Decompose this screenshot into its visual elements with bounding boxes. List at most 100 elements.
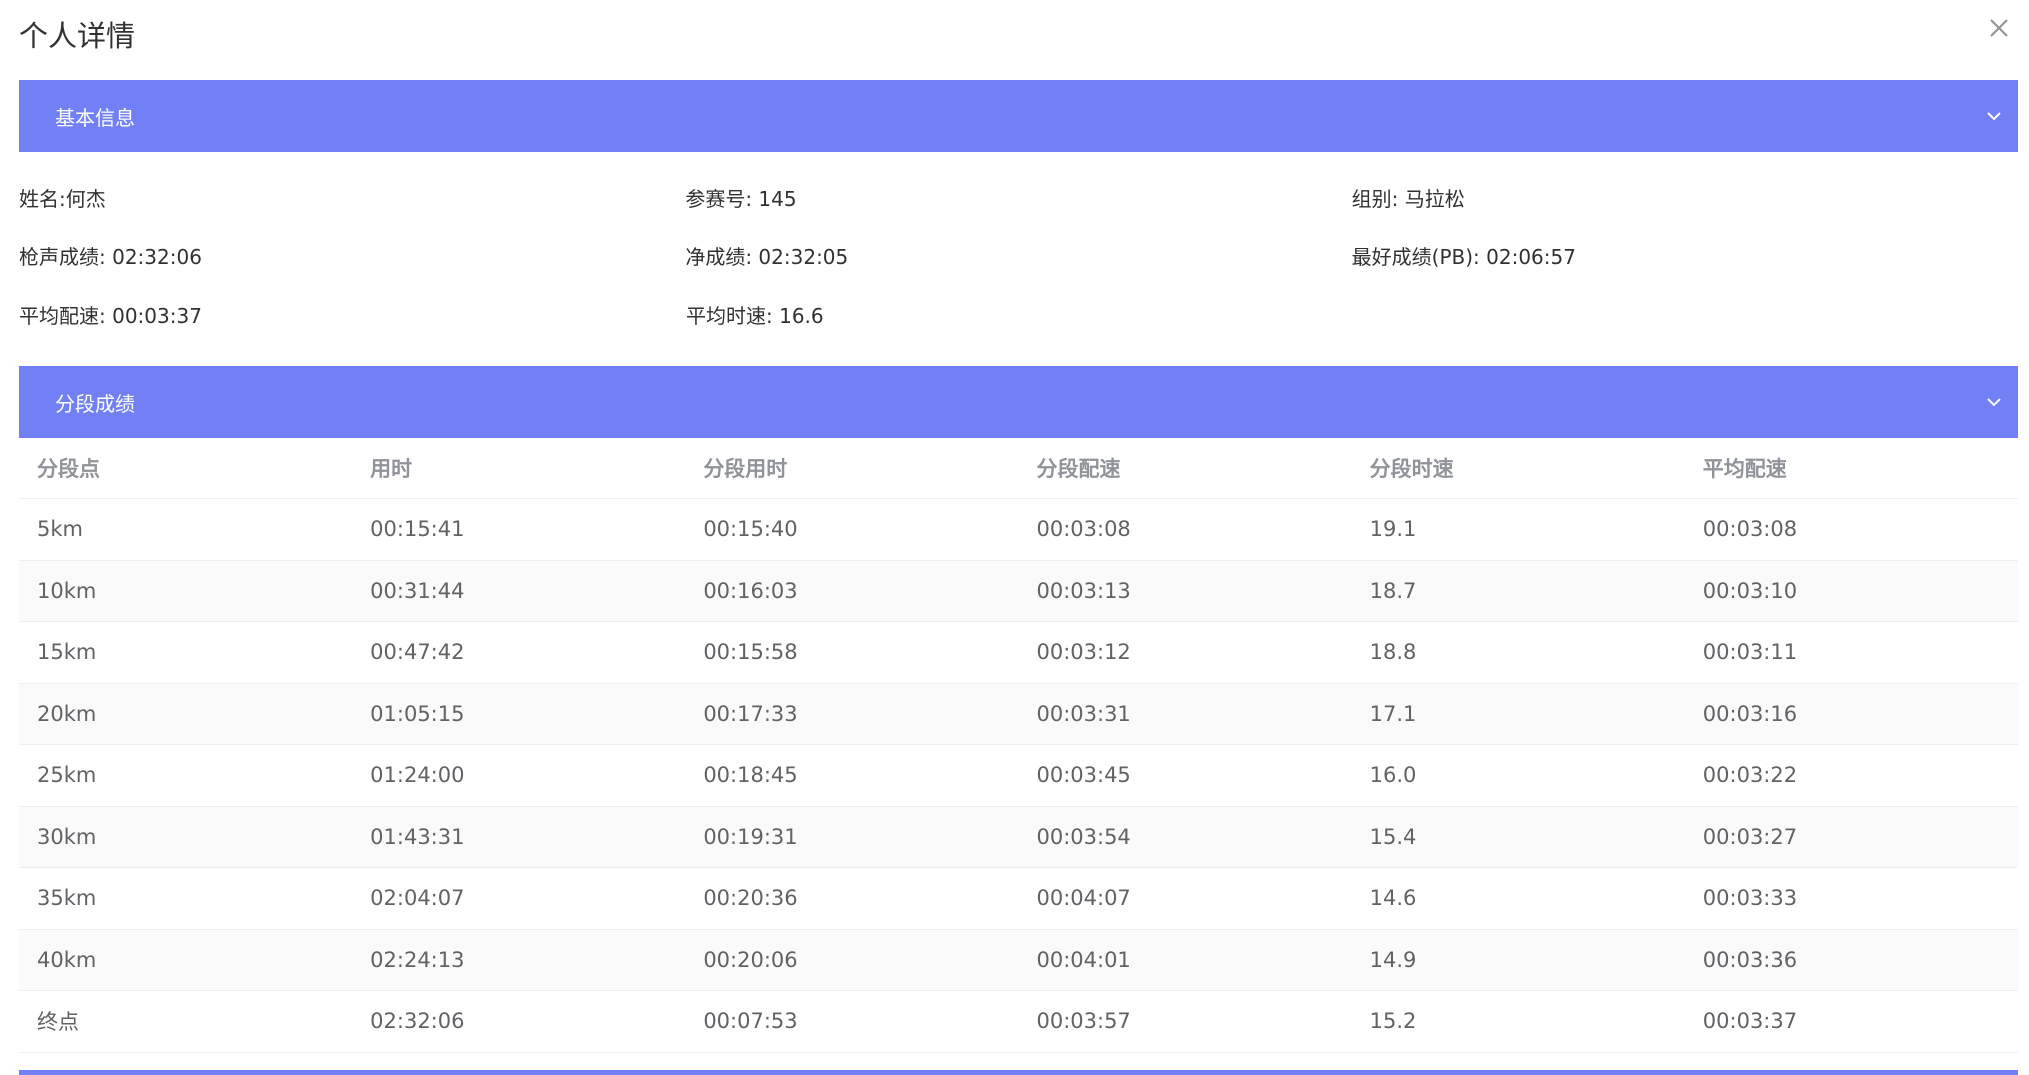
table-cell: 00:03:33 [1684,867,2018,930]
table-row: 35km 02:04:07 00:20:36 00:04:07 14.6 00:03:33 [19,867,2018,930]
table-cell: 00:17:33 [685,683,1019,745]
info-field-label: 组别: [1351,186,1399,211]
info-field-value: 02:32:06 [105,245,202,270]
info-field: 参赛号: 145 [685,183,1351,212]
table-cell: 35km [19,867,353,930]
info-field-label: 平均配速: [19,303,106,328]
table-cell: 00:03:08 [1684,498,2018,561]
next-panel-header-edge [19,1070,2018,1075]
column-header: 平均配速 [1684,438,2018,499]
info-field: 组别: 马拉松 [1352,183,2018,212]
table-row: 10km 00:31:44 00:16:03 00:03:13 18.7 00:03:10 [19,560,2018,622]
info-row: 平均配速: 00:03:37 平均时速: 16.6 [19,285,2018,344]
table-cell: 00:19:31 [685,806,1019,868]
info-row: 姓名:何杰 参赛号: 145 组别: 马拉松 [19,168,2018,227]
info-field-value: 00:03:37 [105,303,202,328]
table-cell: 02:24:13 [352,929,686,991]
table-cell: 00:31:44 [352,560,686,622]
info-field: 平均时速: 16.6 [686,300,1353,329]
info-field-value: 马拉松 [1398,186,1465,211]
table-cell: 00:03:27 [1684,806,2018,868]
info-field: 净成绩: 02:32:05 [685,241,1351,270]
table-cell: 00:15:58 [685,621,1019,684]
table-cell: 00:03:12 [1018,621,1352,684]
table-cell: 00:03:11 [1684,621,2018,684]
close-icon[interactable] [1985,14,2013,42]
info-field-label: 平均时速: [686,303,773,328]
column-header: 分段用时 [685,438,1019,499]
table-cell: 5km [19,498,353,561]
table-cell: 01:05:15 [352,683,686,745]
table-cell: 14.9 [1351,929,1685,991]
table-cell: 01:43:31 [352,806,686,868]
basic-info-panel-header[interactable]: 基本信息 [19,80,2018,152]
table-row: 5km 00:15:41 00:15:40 00:03:08 19.1 00:03:08 [19,498,2018,561]
chevron-down-icon[interactable] [1984,392,2004,412]
split-results-panel-header[interactable]: 分段成绩 [19,366,2018,438]
info-field-label: 姓名: [19,186,66,211]
table-row: 30km 01:43:31 00:19:31 00:03:54 15.4 00:03:27 [19,806,2018,868]
table-cell: 10km [19,560,353,622]
table-cell: 19.1 [1351,498,1685,561]
table-cell: 15.2 [1351,990,1685,1053]
info-field: 枪声成绩: 02:32:06 [19,241,685,270]
table-cell: 00:18:45 [685,744,1019,807]
info-field: 最好成绩(PB): 02:06:57 [1352,241,2018,270]
table-cell: 00:20:06 [685,929,1019,991]
split-results-panel-title: 分段成绩 [55,391,135,416]
info-field-value: 02:06:57 [1479,245,1576,270]
table-cell: 00:20:36 [685,867,1019,930]
info-field-value: 16.6 [772,303,824,328]
basic-info-panel-title: 基本信息 [55,105,135,130]
table-cell: 00:47:42 [352,621,686,684]
table-cell: 00:04:01 [1018,929,1352,991]
table-cell: 01:24:00 [352,744,686,807]
info-field-label: 枪声成绩: [19,245,106,270]
table-cell: 25km [19,744,353,807]
table-row: 40km 02:24:13 00:20:06 00:04:01 14.9 00:03:36 [19,929,2018,991]
table-cell: 00:03:31 [1018,683,1352,745]
table-cell: 00:03:08 [1018,498,1352,561]
table-cell: 17.1 [1351,683,1685,745]
chevron-down-icon[interactable] [1984,106,2004,126]
table-header-row: 分段点 用时 分段用时 分段配速 分段时速 平均配速 [19,438,2018,499]
table-cell: 00:15:40 [685,498,1019,561]
info-field-value: 何杰 [65,186,106,211]
info-field-value: 145 [752,186,797,211]
info-field-label: 参赛号: [685,186,753,211]
table-cell: 40km [19,929,353,991]
table-cell: 00:03:45 [1018,744,1352,807]
table-cell: 15km [19,621,353,684]
table-row: 15km 00:47:42 00:15:58 00:03:12 18.8 00:03:11 [19,621,2018,684]
table-cell: 20km [19,683,353,745]
table-cell: 00:03:13 [1018,560,1352,622]
info-field: 姓名:何杰 [19,183,685,212]
column-header: 分段配速 [1018,438,1352,499]
table-cell: 02:32:06 [352,990,686,1053]
table-cell: 00:03:22 [1684,744,2018,807]
table-cell: 00:03:10 [1684,560,2018,622]
table-row: 20km 01:05:15 00:17:33 00:03:31 17.1 00:03:16 [19,683,2018,745]
table-cell: 02:04:07 [352,867,686,930]
table-cell: 00:03:16 [1684,683,2018,745]
info-field: 平均配速: 00:03:37 [19,300,686,329]
table-cell: 终点 [19,990,353,1053]
table-row: 25km 01:24:00 00:18:45 00:03:45 16.0 00:03:22 [19,744,2018,807]
table-cell: 18.8 [1351,621,1685,684]
column-header: 分段点 [19,438,353,499]
info-field-label: 最好成绩(PB): [1351,245,1480,270]
table-cell: 18.7 [1351,560,1685,622]
basic-info-grid: 姓名:何杰 参赛号: 145 组别: 马拉松 枪声成绩: 02:32:06 净成绩: 0… [19,168,2018,344]
table-cell: 00:03:37 [1684,990,2018,1053]
column-header: 分段时速 [1351,438,1685,499]
info-field-label: 净成绩: [685,245,753,270]
info-row: 枪声成绩: 02:32:06 净成绩: 02:32:05 最好成绩(PB): 02:… [19,227,2018,286]
table-cell: 15.4 [1351,806,1685,868]
table-cell: 00:04:07 [1018,867,1352,930]
column-header: 用时 [352,438,686,499]
table-cell: 00:07:53 [685,990,1019,1053]
table-cell: 30km [19,806,353,868]
table-cell: 14.6 [1351,867,1685,930]
table-row: 终点 02:32:06 00:07:53 00:03:57 15.2 00:03:37 [19,990,2018,1053]
table-cell: 16.0 [1351,744,1685,807]
